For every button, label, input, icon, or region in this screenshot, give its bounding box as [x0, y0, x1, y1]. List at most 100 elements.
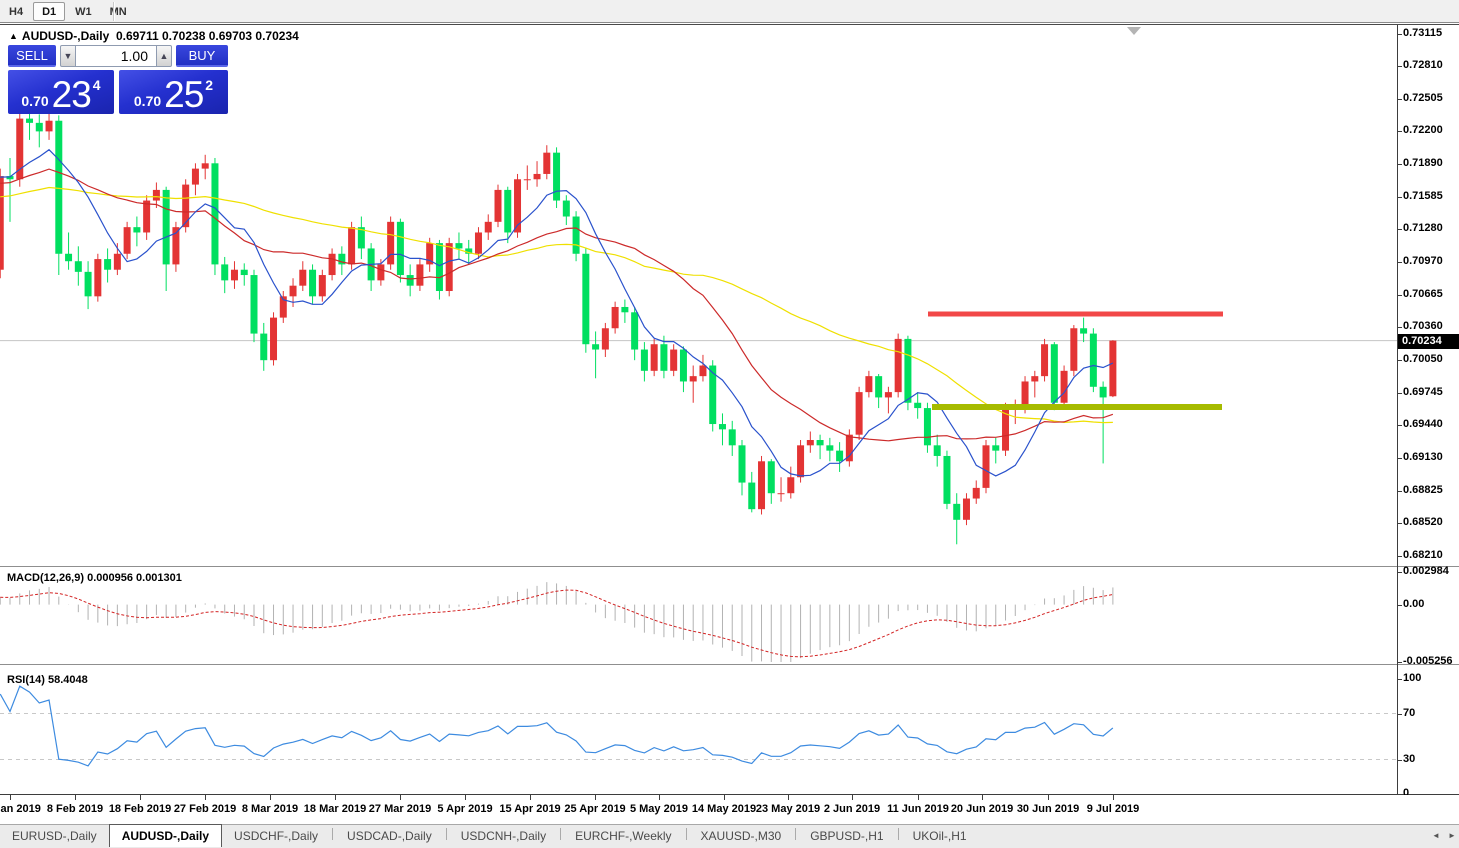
price-axis-label: 0.69745 [1403, 385, 1443, 398]
macd-histogram [0, 582, 1114, 662]
tab-audusd-daily[interactable]: AUDUSD-,Daily [108, 824, 223, 847]
time-axis-label: 11 Jun 2019 [887, 803, 949, 815]
chart-tabs-bar: EURUSD-,Daily AUDUSD-,Daily USDCHF-,Daily U… [0, 824, 1459, 848]
price-axis-tick [1397, 360, 1402, 362]
mt4-window: H4 D1 W1 MN ▲ AUDUSD-,Daily 0.69711 0.70238 … [0, 0, 1459, 848]
sell-price-button[interactable]: 0.70 23 4 [8, 70, 114, 114]
timeframe-button-h4[interactable]: H4 [1, 3, 31, 22]
buy-price-button[interactable]: 0.70 25 2 [119, 70, 228, 114]
rsi-line [0, 685, 1114, 767]
chart-window: ▲ AUDUSD-,Daily 0.69711 0.70238 0.69703 0… [0, 24, 1459, 825]
sell-price-big-digits: 23 [51, 74, 92, 115]
time-axis-tick [465, 795, 466, 800]
price-axis-label: 0.72505 [1403, 91, 1443, 104]
price-axis-label: 0.71585 [1403, 189, 1443, 202]
candlesticks [0, 110, 1117, 545]
time-axis-label: 18 Feb 2019 [108, 803, 172, 815]
tab-usdchf-daily[interactable]: USDCHF-,Daily [222, 825, 330, 847]
price-axis-tick [1397, 164, 1402, 166]
time-axis-label: 9 Jul 2019 [1086, 803, 1140, 815]
rsi-axis-label: 100 [1403, 672, 1422, 684]
chart-title: ▲ AUDUSD-,Daily 0.69711 0.70238 0.69703 0… [9, 29, 299, 43]
tab-gbpusd-h1[interactable]: GBPUSD-,H1 [798, 825, 895, 847]
time-axis-label: 30 Jan 2019 [0, 803, 41, 815]
time-axis-label: 15 Apr 2019 [499, 803, 561, 815]
time-axis-tick [75, 795, 76, 800]
tab-separator [685, 827, 687, 840]
current-price-badge: 0.70234 [1398, 333, 1459, 349]
timeframe-button-w1[interactable]: W1 [67, 3, 100, 22]
time-axis-tick [270, 795, 271, 800]
timeframe-button-mn[interactable]: MN [102, 3, 135, 22]
tab-xauusd-m30[interactable]: XAUUSD-,M30 [689, 825, 794, 847]
sell-button[interactable]: SELL [8, 45, 56, 67]
tabs-scroll-left-icon[interactable]: ◄ [1432, 831, 1440, 840]
price-axis-tick [1397, 294, 1402, 296]
rsi-axis-tick [1397, 759, 1402, 761]
volume-decrease-button[interactable]: ▼ [60, 45, 76, 67]
price-axis-label: 0.71890 [1403, 157, 1443, 170]
tab-separator [897, 827, 899, 840]
time-axis-label: 8 Feb 2019 [46, 803, 104, 815]
buy-price-pipette: 2 [205, 77, 214, 93]
rsi-indicator-pane[interactable] [0, 667, 1397, 794]
time-axis-label: 2 Jun 2019 [823, 803, 881, 815]
time-axis-label: 27 Feb 2019 [173, 803, 237, 815]
time-axis-tick [335, 795, 336, 800]
time-axis[interactable]: 30 Jan 2019 8 Feb 2019 18 Feb 201927 Feb 2… [0, 795, 1459, 825]
tab-eurusd-daily[interactable]: EURUSD-,Daily [0, 825, 109, 847]
time-axis-label: 5 May 2019 [629, 803, 689, 815]
macd-label: MACD(12,26,9) 0.000956 0.001301 [7, 572, 182, 584]
tab-usdcad-daily[interactable]: USDCAD-,Daily [335, 825, 444, 847]
buy-button[interactable]: BUY [176, 45, 228, 67]
chart-shift-marker-icon[interactable] [1127, 27, 1141, 35]
price-axis-label: 0.69130 [1403, 451, 1443, 464]
time-axis-label: 20 Jun 2019 [950, 803, 1014, 815]
price-axis-tick [1397, 458, 1402, 460]
time-axis-tick [530, 795, 531, 800]
chevron-down-icon: ▼ [63, 51, 73, 61]
time-axis-tick [852, 795, 853, 800]
volume-increase-button[interactable]: ▲ [156, 45, 172, 67]
price-axis-label: 0.70970 [1403, 255, 1443, 268]
time-axis-tick [595, 795, 596, 800]
price-axis-tick [1397, 66, 1402, 68]
pane-separator[interactable] [0, 664, 1459, 666]
timeframe-button-d1[interactable]: D1 [33, 2, 66, 21]
tab-eurchf-weekly[interactable]: EURCHF-,Weekly [563, 825, 683, 847]
volume-input[interactable] [76, 45, 156, 67]
time-axis-label: 25 Apr 2019 [564, 803, 626, 815]
price-axis-label: 0.68825 [1403, 483, 1443, 496]
price-axis-label: 0.72810 [1403, 59, 1443, 72]
price-axis-label: 0.70665 [1403, 287, 1443, 300]
time-axis-tick [205, 795, 206, 800]
price-axis-label: 0.68520 [1403, 516, 1443, 528]
macd-axis-tick [1397, 604, 1402, 606]
time-axis-label: 14 May 2019 [691, 803, 757, 815]
chart-ohlc-values: 0.69711 0.70238 0.69703 0.70234 [115, 29, 299, 43]
tab-usdcnh-daily[interactable]: USDCNH-,Daily [449, 825, 558, 847]
time-axis-tick [982, 795, 983, 800]
rsi-axis-label: 30 [1403, 752, 1416, 765]
time-axis-label: 18 Mar 2019 [303, 803, 367, 815]
macd-axis-label: 0.00 [1403, 597, 1425, 610]
time-axis-tick [140, 795, 141, 800]
price-axis-tick [1397, 98, 1402, 100]
time-axis-tick [724, 795, 725, 800]
pane-separator[interactable] [0, 566, 1459, 568]
price-axis-tick [1397, 490, 1402, 492]
tab-ukoil-h1[interactable]: UKOil-,H1 [901, 825, 979, 847]
price-axis-tick [1397, 131, 1402, 133]
price-axis-tick [1397, 262, 1402, 264]
buy-price-prefix: 0.70 [133, 93, 162, 109]
price-axis-label: 0.68210 [1403, 549, 1443, 561]
time-axis-label: 23 May 2019 [755, 803, 821, 815]
macd-indicator-pane[interactable] [0, 569, 1397, 664]
sell-price-pipette: 4 [92, 77, 101, 93]
price-axis-label: 0.70050 [1403, 353, 1443, 366]
time-axis-label: 30 Jun 2019 [1016, 803, 1080, 815]
tabs-scroll-right-icon[interactable]: ► [1448, 831, 1456, 840]
price-axis-tick [1397, 556, 1402, 557]
rsi-label: RSI(14) 58.4048 [7, 674, 88, 686]
time-axis-tick [788, 795, 789, 800]
